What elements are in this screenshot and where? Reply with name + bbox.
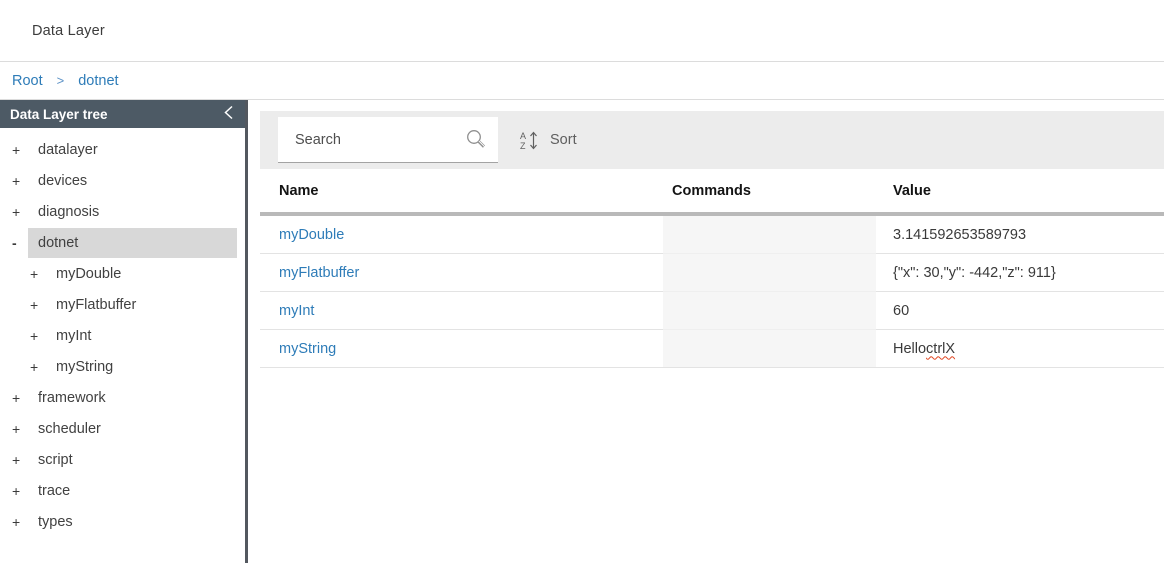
svg-text:A: A xyxy=(520,131,526,141)
value-cell: {"x": 30,"y": -442,"z": 911} xyxy=(876,254,1164,292)
commands-cell xyxy=(663,254,876,292)
commands-cell xyxy=(663,292,876,330)
data-layer-tree-panel: Data Layer tree + datalayer + devices + … xyxy=(0,100,248,563)
column-header-commands: Commands xyxy=(663,183,876,199)
column-header-name: Name xyxy=(260,183,663,199)
tree-item[interactable]: + myDouble xyxy=(0,258,245,289)
tree-expander-icon[interactable]: + xyxy=(12,421,28,437)
tree-item[interactable]: + types xyxy=(0,506,245,537)
tree-item-label: myString xyxy=(56,359,113,375)
breadcrumb: Root > dotnet xyxy=(0,62,1164,100)
tree-expander-icon[interactable]: + xyxy=(12,142,28,158)
tree-item[interactable]: + myInt xyxy=(0,320,245,351)
table-body: myDouble 3.141592653589793 myFlatbuffer … xyxy=(260,216,1164,368)
tree-expander-icon[interactable]: + xyxy=(12,173,28,189)
sort-az-arrows-icon: A Z xyxy=(519,130,541,151)
node-name-link[interactable]: myDouble xyxy=(279,227,344,243)
chevron-left-icon xyxy=(223,105,234,123)
tree-item-label: myDouble xyxy=(56,266,121,282)
table-row: myInt 60 xyxy=(260,292,1164,330)
tree-expander-icon[interactable]: + xyxy=(12,452,28,468)
collapse-tree-button[interactable] xyxy=(223,105,234,123)
toolbar: A Z Sort xyxy=(260,111,1164,169)
tree-expander-icon[interactable]: + xyxy=(30,266,46,282)
node-name-link[interactable]: myInt xyxy=(279,303,314,319)
node-name-link[interactable]: myFlatbuffer xyxy=(279,265,359,281)
sort-button[interactable]: A Z Sort xyxy=(519,130,577,151)
sort-label: Sort xyxy=(550,132,577,148)
tree-item-label: myFlatbuffer xyxy=(56,297,136,313)
svg-text:Z: Z xyxy=(520,141,526,151)
column-header-value: Value xyxy=(876,183,1164,199)
table-row: myDouble 3.141592653589793 xyxy=(260,216,1164,254)
table-row: myFlatbuffer {"x": 30,"y": -442,"z": 911… xyxy=(260,254,1164,292)
tree-item-label: diagnosis xyxy=(38,204,99,220)
tree-item[interactable]: + datalayer xyxy=(0,134,245,165)
app-header: Data Layer xyxy=(0,0,1164,62)
tree-item[interactable]: + diagnosis xyxy=(0,196,245,227)
value-cell: 60 xyxy=(876,292,1164,330)
search-box xyxy=(278,117,498,163)
tree-panel-header: Data Layer tree xyxy=(0,100,245,128)
tree-item[interactable]: - dotnet xyxy=(0,227,245,258)
main-panel: A Z Sort Name Commands Value myDouble 3.… xyxy=(248,100,1164,563)
page-title: Data Layer xyxy=(32,23,105,39)
tree-panel-title: Data Layer tree xyxy=(10,107,108,122)
tree-item[interactable]: + script xyxy=(0,444,245,475)
value-cell: Hello ctrlX xyxy=(876,330,1164,368)
tree-expander-icon[interactable]: + xyxy=(12,514,28,530)
tree-item-label: myInt xyxy=(56,328,91,344)
tree-item-label: framework xyxy=(38,390,106,406)
tree-item[interactable]: + myString xyxy=(0,351,245,382)
tree-expander-icon[interactable]: + xyxy=(12,204,28,220)
tree-item[interactable]: + scheduler xyxy=(0,413,245,444)
tree-expander-icon[interactable]: + xyxy=(30,297,46,313)
value-cell: 3.141592653589793 xyxy=(876,216,1164,254)
tree-item[interactable]: + trace xyxy=(0,475,245,506)
datalayer-table: Name Commands Value myDouble 3.141592653… xyxy=(260,169,1164,368)
magnifier-icon[interactable] xyxy=(463,127,489,153)
commands-cell xyxy=(663,216,876,254)
tree-expander-icon[interactable]: + xyxy=(30,328,46,344)
tree-item-label: types xyxy=(38,514,73,530)
tree-item-label: dotnet xyxy=(38,235,78,251)
tree-item[interactable]: + devices xyxy=(0,165,245,196)
content-area: Data Layer tree + datalayer + devices + … xyxy=(0,100,1164,563)
commands-cell xyxy=(663,330,876,368)
tree-expander-icon[interactable]: + xyxy=(12,483,28,499)
tree-expander-icon[interactable]: - xyxy=(12,235,28,251)
breadcrumb-separator: > xyxy=(57,73,65,89)
tree-item-label: scheduler xyxy=(38,421,101,437)
tree-expander-icon[interactable]: + xyxy=(30,359,46,375)
node-name-link[interactable]: myString xyxy=(279,341,336,357)
table-header-row: Name Commands Value xyxy=(260,169,1164,216)
tree-item-label: datalayer xyxy=(38,142,98,158)
data-layer-tree: + datalayer + devices + diagnosis - dotn… xyxy=(0,128,245,537)
breadcrumb-item-dotnet[interactable]: dotnet xyxy=(78,73,118,89)
tree-item[interactable]: + framework xyxy=(0,382,245,413)
tree-item-label: trace xyxy=(38,483,70,499)
table-row: myString Hello ctrlX xyxy=(260,330,1164,368)
tree-expander-icon[interactable]: + xyxy=(12,390,28,406)
tree-item[interactable]: + myFlatbuffer xyxy=(0,289,245,320)
tree-item-label: script xyxy=(38,452,73,468)
tree-item-label: devices xyxy=(38,173,87,189)
breadcrumb-item-root[interactable]: Root xyxy=(12,73,43,89)
search-input[interactable] xyxy=(278,117,463,162)
